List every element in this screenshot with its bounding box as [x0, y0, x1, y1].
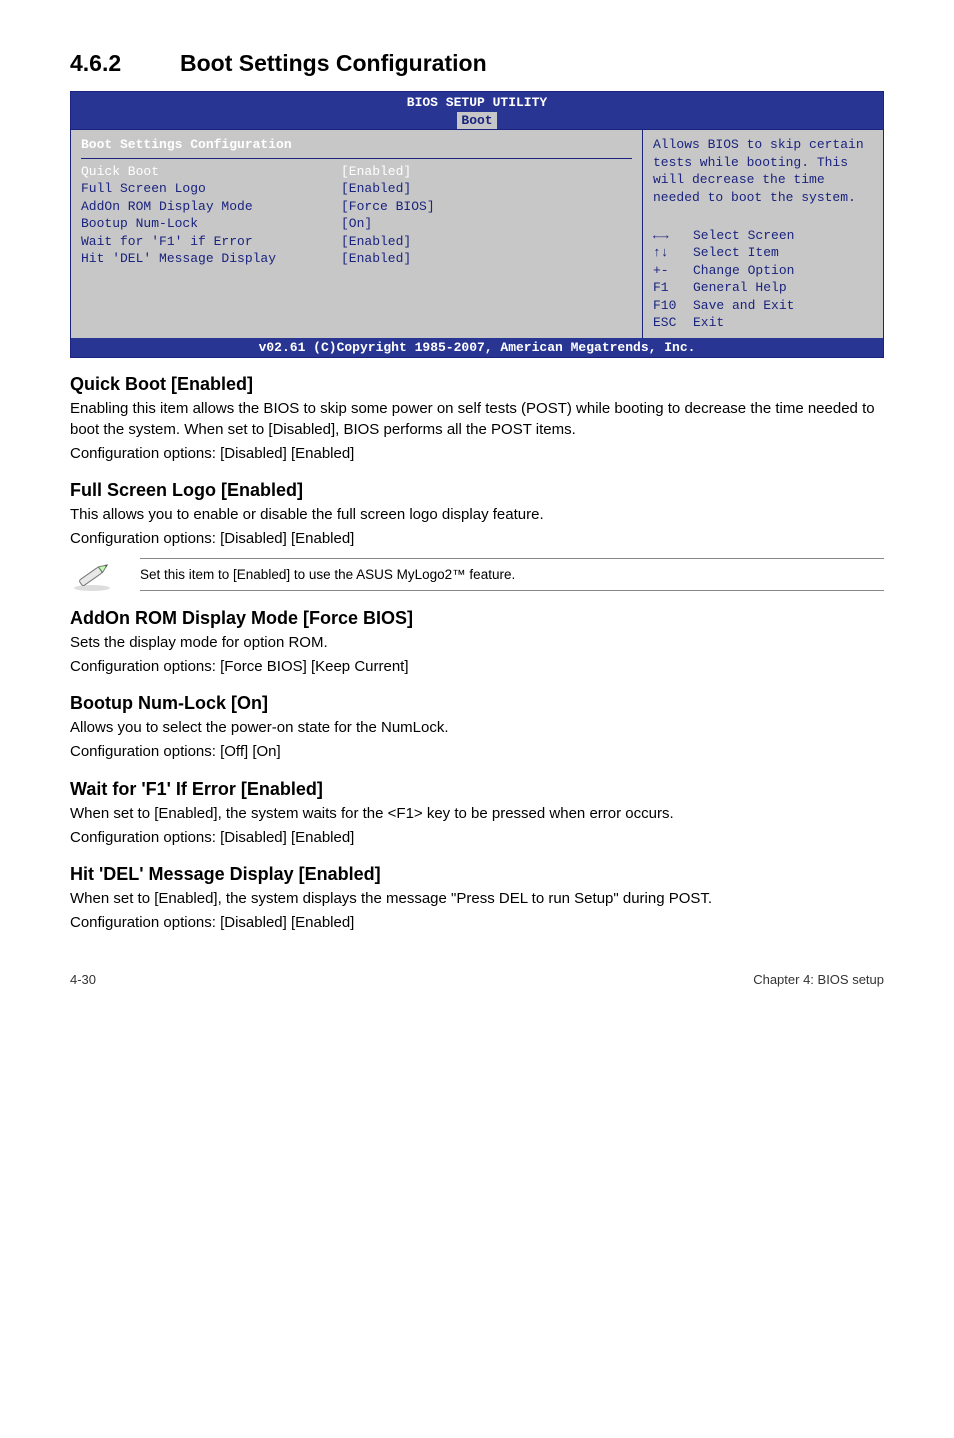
bios-help-text: Allows BIOS to skip certain tests while …	[653, 136, 873, 206]
pencil-icon	[70, 558, 114, 592]
paragraph: Configuration options: [Disabled] [Enabl…	[70, 913, 884, 933]
paragraph: Configuration options: [Off] [On]	[70, 742, 884, 762]
bios-row: Wait for 'F1' if Error[Enabled]	[81, 233, 632, 251]
bios-row: Full Screen Logo[Enabled]	[81, 180, 632, 198]
bios-row: Quick Boot[Enabled]	[81, 163, 632, 181]
page-number: 4-30	[70, 972, 96, 987]
note-block: Set this item to [Enabled] to use the AS…	[70, 558, 884, 592]
bios-row: AddOn ROM Display Mode[Force BIOS]	[81, 198, 632, 216]
page-footer: 4-30 Chapter 4: BIOS setup	[70, 972, 884, 987]
paragraph: When set to [Enabled], the system waits …	[70, 804, 884, 824]
bios-tab-boot: Boot	[457, 112, 496, 130]
paragraph: Allows you to select the power-on state …	[70, 718, 884, 738]
paragraph: Configuration options: [Disabled] [Enabl…	[70, 444, 884, 464]
bios-title-text: BIOS SETUP UTILITY	[71, 94, 883, 112]
note-text: Set this item to [Enabled] to use the AS…	[140, 558, 884, 591]
chapter-label: Chapter 4: BIOS setup	[753, 972, 884, 987]
paragraph: Configuration options: [Force BIOS] [Kee…	[70, 657, 884, 677]
section-title: Boot Settings Configuration	[180, 50, 487, 76]
bios-row: Bootup Num-Lock[On]	[81, 215, 632, 233]
bios-screenshot: BIOS SETUP UTILITY Boot Boot Settings Co…	[70, 91, 884, 358]
heading-wait-f1: Wait for 'F1' If Error [Enabled]	[70, 779, 884, 800]
paragraph: Sets the display mode for option ROM.	[70, 633, 884, 653]
bios-left-heading: Boot Settings Configuration	[81, 136, 632, 159]
heading-hit-del: Hit 'DEL' Message Display [Enabled]	[70, 864, 884, 885]
heading-full-screen-logo: Full Screen Logo [Enabled]	[70, 480, 884, 501]
paragraph: Enabling this item allows the BIOS to sk…	[70, 399, 884, 440]
paragraph: When set to [Enabled], the system displa…	[70, 889, 884, 909]
bios-footer: v02.61 (C)Copyright 1985-2007, American …	[71, 338, 883, 358]
bios-right-pane: Allows BIOS to skip certain tests while …	[643, 129, 883, 338]
heading-numlock: Bootup Num-Lock [On]	[70, 693, 884, 714]
paragraph: Configuration options: [Disabled] [Enabl…	[70, 828, 884, 848]
bios-key-legend: ←→Select Screen ↑↓Select Item +-Change O…	[653, 227, 873, 332]
bios-title-bar: BIOS SETUP UTILITY Boot	[71, 92, 883, 129]
heading-addon-rom: AddOn ROM Display Mode [Force BIOS]	[70, 608, 884, 629]
paragraph: This allows you to enable or disable the…	[70, 505, 884, 525]
section-number: 4.6.2	[70, 50, 180, 77]
heading-quick-boot: Quick Boot [Enabled]	[70, 374, 884, 395]
section-heading: 4.6.2Boot Settings Configuration	[70, 50, 884, 77]
bios-left-pane: Boot Settings Configuration Quick Boot[E…	[71, 129, 643, 338]
paragraph: Configuration options: [Disabled] [Enabl…	[70, 529, 884, 549]
bios-row: Hit 'DEL' Message Display[Enabled]	[81, 250, 632, 268]
